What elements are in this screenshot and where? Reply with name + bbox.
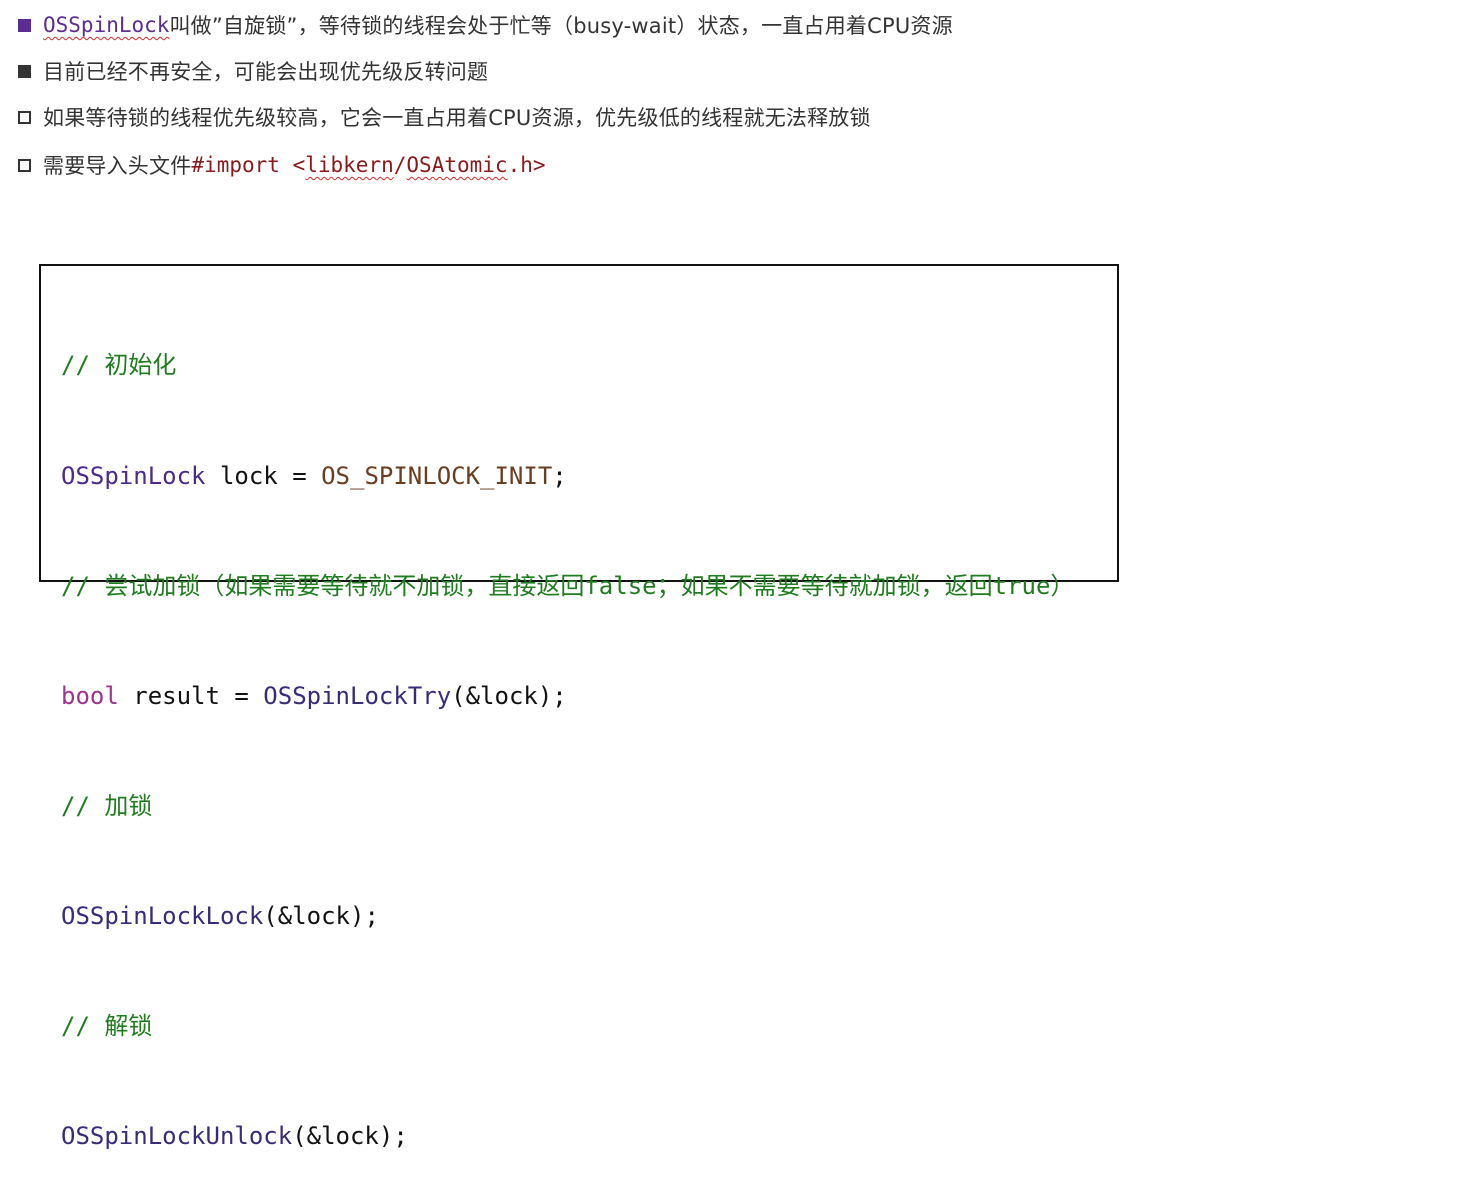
code-keyword: bool [61,681,119,710]
code-line: OSSpinLock lock = OS_SPINLOCK_INIT; [61,458,1074,495]
osspinlock-term: OSSpinLock [43,13,170,37]
code-function: OSSpinLockUnlock [61,1122,293,1151]
bullet-text: 目前已经不再安全，可能会出现优先级反转问题 [43,60,489,84]
code-line: OSSpinLockUnlock(&lock); [61,1118,1074,1155]
hollow-square-bullet-icon [18,110,31,124]
code-comment: // 尝试加锁（如果需要等待就不加锁，直接返回false；如果不需要等待就加锁，… [61,571,1075,600]
code-function: OSSpinLockTry [263,681,452,710]
import-header-file: OSAtomic [406,153,508,177]
code-text: (&lock); [263,901,379,930]
code-line: // 加锁 [61,788,1074,825]
bullet-text: 如果等待锁的线程优先级较高，它会一直占用着CPU资源，优先级低的线程就无法释放锁 [43,106,871,130]
code-macro: OS_SPINLOCK_INIT [321,461,553,490]
code-line: bool result = OSSpinLockTry(&lock); [61,678,1074,715]
code-text: (&lock); [292,1122,408,1151]
code-text: lock = [205,461,322,490]
code-line: // 尝试加锁（如果需要等待就不加锁，直接返回false；如果不需要等待就加锁，… [61,568,1074,605]
import-header-close: .h> [507,153,546,177]
code-line: OSSpinLockLock(&lock); [61,898,1074,935]
import-header-open: < [292,153,306,177]
code-function: OSSpinLockLock [61,901,264,930]
hollow-square-bullet-icon [18,158,31,172]
import-directive: #import [191,153,280,177]
code-line: // 解锁 [61,1008,1074,1045]
gray-square-bullet-icon [18,64,31,78]
purple-square-bullet-icon [18,18,31,32]
code-comment: // 加锁 [61,791,153,820]
code-text: ; [552,461,567,490]
code-block: // 初始化 OSSpinLock lock = OS_SPINLOCK_INI… [39,264,1119,1150]
import-header-sep: / [393,153,407,177]
bullet-item-osspinlock: OSSpinLock 叫做”自旋锁”，等待锁的线程会处于忙等（busy-wait… [18,5,953,45]
bullet-item-unsafe: 目前已经不再安全，可能会出现优先级反转问题 [18,51,488,91]
code-type: OSSpinLock [61,461,206,490]
import-space [280,153,293,177]
code-comment: // 初始化 [61,351,177,380]
import-header-lib: libkern [305,153,394,177]
bullet-item-priority: 如果等待锁的线程优先级较高，它会一直占用着CPU资源，优先级低的线程就无法释放锁 [18,97,871,137]
bullet-text: 叫做”自旋锁”，等待锁的线程会处于忙等（busy-wait）状态，一直占用着CP… [169,14,953,38]
code-text: result = [118,681,264,710]
bullet-item-import: 需要导入头文件 #import < libkern / OSAtomic .h> [18,145,546,185]
code-comment: // 解锁 [61,1011,153,1040]
code-listing: // 初始化 OSSpinLock lock = OS_SPINLOCK_INI… [61,274,1074,1196]
bullet-text: 需要导入头文件 [43,154,192,178]
code-text: (&lock); [451,681,567,710]
code-line: // 初始化 [61,347,1074,384]
